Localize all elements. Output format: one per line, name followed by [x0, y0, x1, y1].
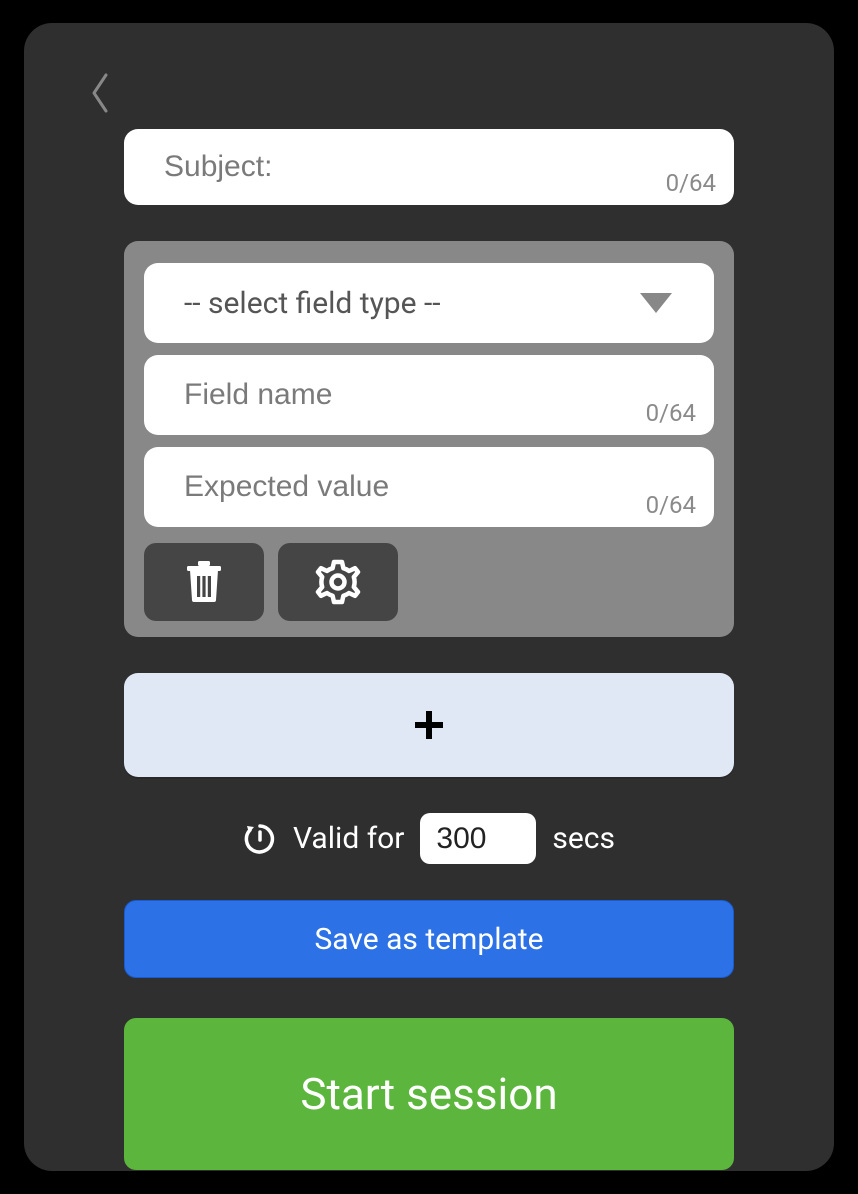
- plus-icon: [413, 709, 445, 741]
- delete-field-button[interactable]: [144, 543, 264, 621]
- start-session-button[interactable]: Start session: [124, 1018, 734, 1170]
- valid-for-suffix: secs: [552, 821, 615, 856]
- chevron-left-icon: [88, 71, 112, 115]
- expected-value-input[interactable]: [184, 470, 674, 504]
- subject-counter: 0/64: [666, 169, 716, 197]
- expected-value-container: 0/64: [144, 447, 714, 527]
- subject-input[interactable]: [164, 150, 694, 184]
- start-session-label: Start session: [300, 1068, 557, 1120]
- field-group: -- select field type -- 0/64 0/64: [124, 241, 734, 637]
- expected-value-counter: 0/64: [646, 491, 696, 519]
- field-name-counter: 0/64: [646, 399, 696, 427]
- field-type-select-label: -- select field type --: [184, 286, 441, 321]
- valid-for-input[interactable]: [436, 822, 520, 856]
- save-template-button[interactable]: Save as template: [124, 900, 734, 978]
- field-name-input[interactable]: [184, 378, 674, 412]
- subject-field-container: 0/64: [124, 129, 734, 205]
- valid-for-input-container: [420, 813, 536, 864]
- gear-icon: [315, 559, 361, 605]
- field-type-select[interactable]: -- select field type --: [144, 263, 714, 343]
- back-button[interactable]: [78, 71, 122, 115]
- add-field-button[interactable]: [124, 673, 734, 777]
- field-settings-button[interactable]: [278, 543, 398, 621]
- timer-icon: [243, 822, 277, 856]
- chevron-down-icon: [638, 291, 674, 315]
- valid-for-row: Valid for secs: [124, 813, 734, 864]
- save-template-label: Save as template: [314, 922, 543, 957]
- field-name-container: 0/64: [144, 355, 714, 435]
- trash-icon: [184, 560, 224, 604]
- valid-for-label: Valid for: [293, 821, 404, 856]
